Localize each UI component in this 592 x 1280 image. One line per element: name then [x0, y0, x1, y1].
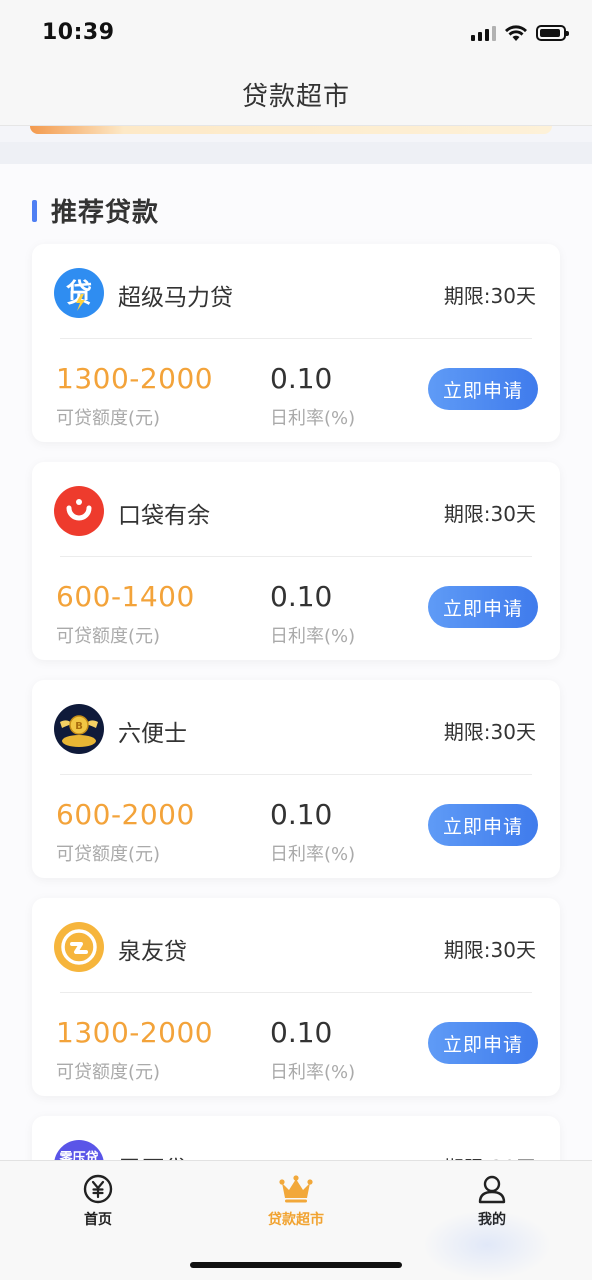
apply-button[interactable]: 立即申请: [428, 368, 538, 410]
section-title: 推荐贷款: [51, 198, 160, 228]
tab-home[interactable]: 首页: [38, 1173, 158, 1229]
loan-name: 口袋有余: [118, 503, 210, 529]
wifi-icon: [505, 25, 527, 41]
svg-text:B: B: [75, 721, 83, 732]
crown-icon: [279, 1175, 313, 1203]
section-header: 推荐贷款: [32, 192, 159, 229]
loan-term: 期限:30天: [443, 720, 536, 744]
loan-term: 期限:30天: [443, 284, 536, 308]
section-accent-bar: [32, 199, 37, 222]
loan-rate: 0.10: [270, 1016, 333, 1049]
tab-loan-market[interactable]: 贷款超市: [236, 1173, 356, 1229]
battery-icon: [536, 25, 569, 41]
card-divider: [60, 338, 532, 339]
amount-label: 可贷额度(元): [56, 626, 161, 647]
loan-term: 期限:30天: [443, 938, 536, 962]
loan-list[interactable]: 推荐贷款 贷 超级马力贷 期限:30天 1300-2000 可贷额度(元) 0.…: [0, 164, 592, 1280]
loan-rate: 0.10: [270, 580, 333, 613]
loan-name: 泉友贷: [118, 939, 187, 965]
loan-card[interactable]: 泉友贷 期限:30天 1300-2000 可贷额度(元) 0.10 日利率(%)…: [32, 898, 560, 1096]
amount-label: 可贷额度(元): [56, 1062, 161, 1083]
card-divider: [60, 774, 532, 775]
loan-amount: 1300-2000: [56, 1016, 214, 1049]
loan-rate: 0.10: [270, 798, 333, 831]
page-title: 贷款超市: [241, 82, 350, 112]
spring-swirl-icon: [54, 922, 104, 972]
loan-name: 超级马力贷: [118, 285, 233, 311]
card-divider: [60, 992, 532, 993]
apply-button[interactable]: 立即申请: [428, 1022, 538, 1064]
loan-lightning-icon: 贷: [54, 268, 104, 318]
yuan-icon: [83, 1174, 113, 1204]
tab-glow: [422, 1210, 552, 1280]
user-icon: [478, 1175, 506, 1204]
loan-card[interactable]: B 六便士 期限:30天 600-2000 可贷额度(元) 0.10 日利率(%…: [32, 680, 560, 878]
loan-term: 期限:30天: [443, 502, 536, 526]
cellular-signal-icon: [471, 25, 496, 41]
nav-bar: 贷款超市: [0, 64, 592, 126]
smile-pocket-icon: [54, 486, 104, 536]
section-gap: [0, 142, 592, 164]
status-icons: [471, 24, 569, 42]
home-indicator[interactable]: [190, 1262, 402, 1268]
amount-label: 可贷额度(元): [56, 408, 161, 429]
loan-amount: 600-2000: [56, 798, 195, 831]
loan-card[interactable]: 贷 超级马力贷 期限:30天 1300-2000 可贷额度(元) 0.10 日利…: [32, 244, 560, 442]
apply-button[interactable]: 立即申请: [428, 804, 538, 846]
status-bar: 10:39: [0, 0, 592, 64]
rate-label: 日利率(%): [270, 408, 356, 429]
tab-label: 首页: [84, 1212, 112, 1228]
loan-card[interactable]: 口袋有余 期限:30天 600-1400 可贷额度(元) 0.10 日利率(%)…: [32, 462, 560, 660]
amount-label: 可贷额度(元): [56, 844, 161, 865]
loan-amount: 600-1400: [56, 580, 195, 613]
tab-label: 贷款超市: [268, 1212, 324, 1228]
banner-remnant[interactable]: [30, 126, 552, 134]
loan-name: 六便士: [118, 721, 187, 747]
loan-market-page: 10:39 贷款超市 推荐贷款 贷 超级马力贷 期限:30天 1300-2000…: [0, 0, 592, 1280]
loan-amount: 1300-2000: [56, 362, 214, 395]
rate-label: 日利率(%): [270, 626, 356, 647]
svg-text:贷: 贷: [66, 278, 92, 309]
rate-label: 日利率(%): [270, 1062, 356, 1083]
loan-rate: 0.10: [270, 362, 333, 395]
apply-button[interactable]: 立即申请: [428, 586, 538, 628]
card-divider: [60, 556, 532, 557]
status-time: 10:39: [42, 20, 115, 45]
coin-wings-icon: B: [54, 704, 104, 754]
rate-label: 日利率(%): [270, 844, 356, 865]
